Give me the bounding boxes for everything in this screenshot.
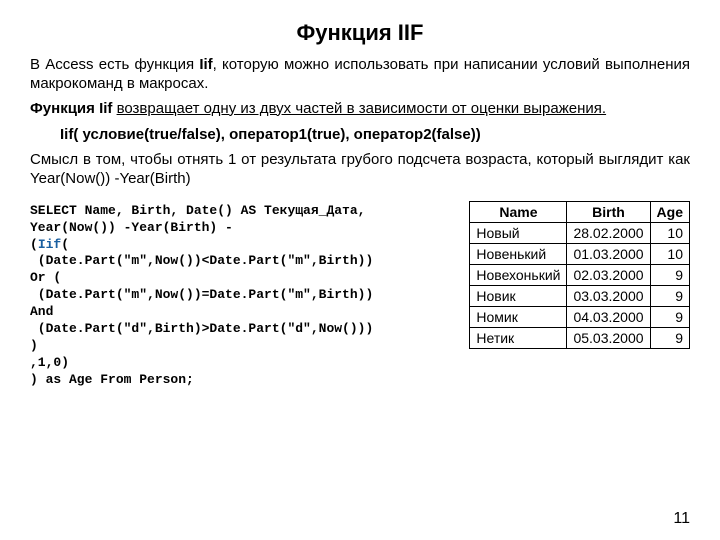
table-row: Номик 04.03.2000 9	[470, 306, 690, 327]
table-row: Новенький 01.03.2000 10	[470, 243, 690, 264]
code-l3a: (	[30, 237, 38, 252]
code-l11: ) as Age From Person;	[30, 372, 194, 387]
cell-name: Нетик	[470, 327, 567, 348]
code-l5: Or (	[30, 270, 61, 285]
cell-birth: 04.03.2000	[567, 306, 650, 327]
code-l9: )	[30, 338, 38, 353]
cell-birth: 02.03.2000	[567, 264, 650, 285]
cell-name: Новенький	[470, 243, 567, 264]
result-table: Name Birth Age Новый 28.02.2000 10 Новен…	[469, 201, 690, 349]
code-l8: (Date.Part("d",Birth)>Date.Part("d",Now(…	[30, 321, 373, 336]
cell-name: Новехонький	[470, 264, 567, 285]
para2-underline: возвращает одну из двух частей в зависим…	[117, 100, 607, 117]
table-header-row: Name Birth Age	[470, 201, 690, 222]
cell-age: 9	[650, 306, 689, 327]
code-l1: SELECT Name, Birth, Date() AS Текущая_Да…	[30, 203, 365, 218]
code-l10: ,1,0)	[30, 355, 69, 370]
cell-name: Новый	[470, 222, 567, 243]
code-l3c: (	[61, 237, 69, 252]
para1-iif: Iif	[199, 56, 212, 73]
para1-text-a: В Access есть функция	[30, 56, 199, 73]
page-number: 11	[673, 510, 690, 528]
table-row: Нетик 05.03.2000 9	[470, 327, 690, 348]
cell-age: 10	[650, 222, 689, 243]
code-l4: (Date.Part("m",Now())<Date.Part("m",Birt…	[30, 253, 373, 268]
table-row: Новый 28.02.2000 10	[470, 222, 690, 243]
code-iif-kw: Iif	[38, 237, 61, 252]
code-block: SELECT Name, Birth, Date() AS Текущая_Да…	[30, 203, 459, 389]
table-row: Новехонький 02.03.2000 9	[470, 264, 690, 285]
code-l6: (Date.Part("m",Now())=Date.Part("m",Birt…	[30, 287, 373, 302]
code-l7: And	[30, 304, 53, 319]
code-l2: Year(Now()) -Year(Birth) -	[30, 220, 233, 235]
th-age: Age	[650, 201, 689, 222]
cell-birth: 01.03.2000	[567, 243, 650, 264]
cell-age: 9	[650, 264, 689, 285]
paragraph-2: Функция Iif возвращает одну из двух част…	[30, 100, 690, 119]
cell-age: 9	[650, 327, 689, 348]
th-name: Name	[470, 201, 567, 222]
paragraph-3: Смысл в том, чтобы отнять 1 от результат…	[30, 151, 690, 189]
cell-birth: 05.03.2000	[567, 327, 650, 348]
cell-birth: 28.02.2000	[567, 222, 650, 243]
cell-age: 9	[650, 285, 689, 306]
paragraph-1: В Access есть функция Iif, которую можно…	[30, 56, 690, 94]
cell-name: Новик	[470, 285, 567, 306]
syntax-line: Iif( условие(true/false), оператор1(true…	[60, 126, 690, 143]
page-title: Функция IIF	[30, 20, 690, 46]
cell-name: Номик	[470, 306, 567, 327]
para2-bold: Функция Iif	[30, 100, 117, 117]
table-row: Новик 03.03.2000 9	[470, 285, 690, 306]
cell-birth: 03.03.2000	[567, 285, 650, 306]
cell-age: 10	[650, 243, 689, 264]
th-birth: Birth	[567, 201, 650, 222]
